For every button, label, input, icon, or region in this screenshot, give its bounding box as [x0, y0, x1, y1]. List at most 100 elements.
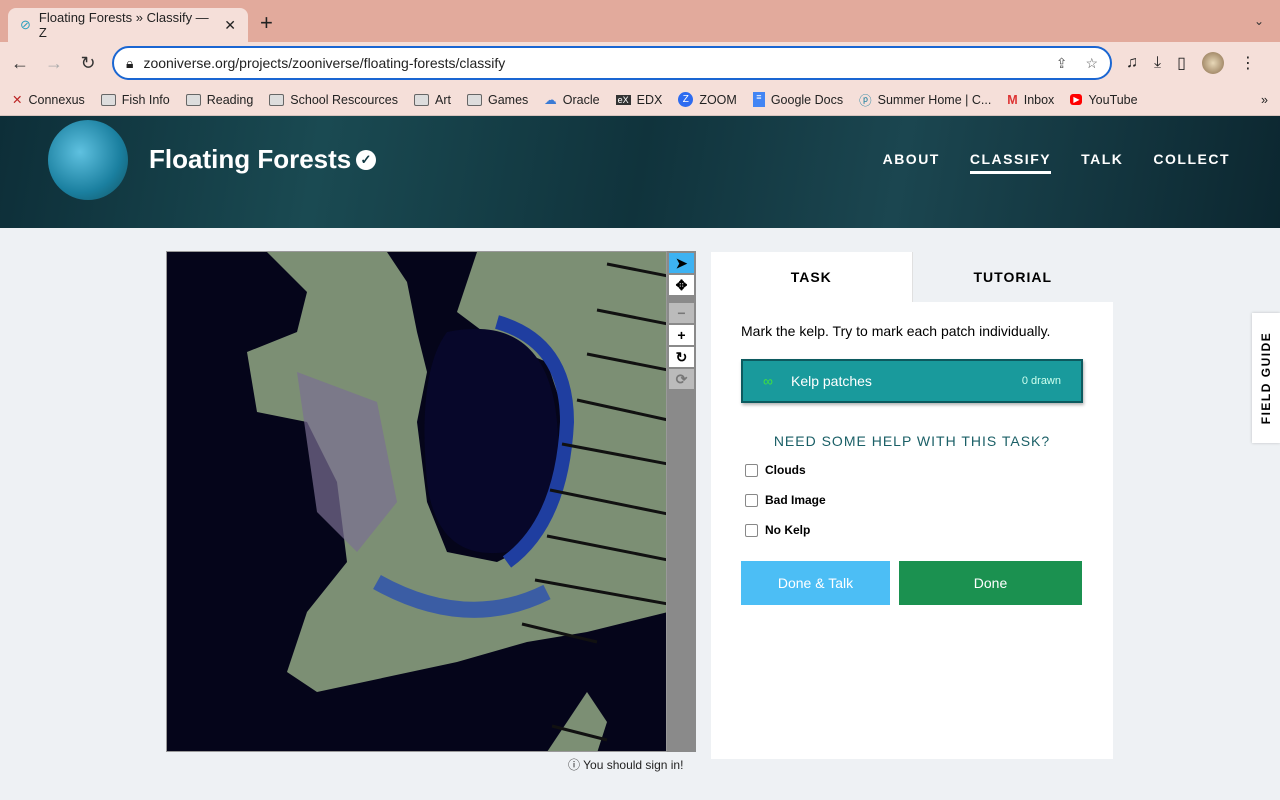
project-logo[interactable]: [48, 120, 128, 200]
bookmark[interactable]: ▶ YouTube: [1070, 93, 1138, 107]
zoom-in-icon[interactable]: +: [669, 325, 694, 345]
field-guide-label: FIELD GUIDE: [1259, 331, 1273, 425]
rotate-icon[interactable]: ↻: [669, 347, 694, 367]
bookmark[interactable]: Fish Info: [100, 93, 170, 107]
tab-tutorial[interactable]: TUTORIAL: [911, 252, 1113, 302]
satellite-image: [247, 252, 666, 751]
bookmark-label: Connexus: [28, 92, 85, 107]
youtube-icon: ▶: [1070, 94, 1083, 105]
reload-icon[interactable]: ↻: [78, 53, 98, 74]
url-text: zooniverse.org/projects/zooniverse/float…: [143, 55, 506, 71]
bookmark[interactable]: Reading: [185, 92, 254, 107]
browser-tab[interactable]: ⊘ Floating Forests » Classify — Z ✕: [8, 8, 248, 42]
kelp-patches-tool[interactable]: ∞ Kelp patches 0 drawn: [741, 359, 1083, 403]
media-icon[interactable]: ♫: [1126, 54, 1138, 72]
connexus-icon: ✕: [12, 93, 23, 107]
bookmark[interactable]: School Rescources: [269, 93, 398, 107]
pointer-tool-icon[interactable]: ➤: [669, 253, 694, 273]
more-bookmarks-icon[interactable]: »: [1261, 93, 1268, 107]
checkbox-label: Clouds: [765, 463, 806, 477]
bookmark[interactable]: ☁ Oracle: [544, 92, 600, 108]
bookmark[interactable]: ✕ Connexus: [12, 92, 85, 108]
browser-toolbar: ← → ↻ 🔒︎ zooniverse.org/projects/zooniver…: [0, 42, 1280, 84]
bookmark[interactable]: Games: [466, 92, 529, 107]
bookmark-label: Google Docs: [770, 92, 844, 107]
sidepanel-icon[interactable]: ▯: [1177, 53, 1186, 73]
bookmark-label: Art: [435, 92, 451, 107]
checkbox[interactable]: [745, 463, 758, 477]
folder-icon: [269, 93, 285, 106]
close-tab-icon[interactable]: ✕: [224, 17, 236, 34]
reset-icon[interactable]: ⟳: [669, 369, 694, 389]
menu-icon[interactable]: ⋮: [1240, 53, 1256, 73]
folder-icon: [100, 93, 116, 106]
bookmark-label: ZOOM: [699, 92, 737, 107]
zoom-out-icon[interactable]: −: [669, 303, 694, 323]
tab-strip: ⊘ Floating Forests » Classify — Z ✕ + ⌄: [0, 0, 1280, 42]
lock-icon: 🔒︎: [126, 54, 134, 71]
forward-icon[interactable]: →: [44, 53, 64, 74]
signin-notice: ⓘ You should sign in!: [568, 756, 683, 773]
info-icon: ⓘ: [568, 758, 581, 772]
bookmark-label: Inbox: [1023, 92, 1055, 107]
project-header: Floating Forests ✓ ABOUT CLASSIFY TALK C…: [0, 116, 1280, 228]
bookmark-label: Reading: [206, 92, 254, 107]
subject-image[interactable]: [166, 251, 667, 752]
tab-task[interactable]: TASK: [711, 252, 912, 302]
compass-icon: ⊘: [20, 17, 31, 32]
bookmark[interactable]: ≡ Google Docs: [752, 92, 844, 107]
bookmark-label: School Rescources: [290, 92, 398, 107]
folder-icon: [185, 93, 201, 106]
signin-text: You should sign in!: [583, 758, 684, 772]
tool-count: 0 drawn: [1021, 375, 1061, 387]
avatar[interactable]: [1201, 52, 1224, 74]
done-talk-button[interactable]: Done & Talk: [741, 561, 890, 605]
nav-collect[interactable]: COLLECT: [1153, 151, 1230, 174]
checkbox-label: No Kelp: [765, 523, 811, 537]
download-icon[interactable]: ⤓: [1154, 54, 1161, 72]
nav-talk[interactable]: TALK: [1081, 151, 1123, 174]
bookmark[interactable]: eX EDX: [615, 92, 663, 107]
move-tool-icon[interactable]: ✥: [669, 275, 694, 295]
new-tab-button[interactable]: +: [260, 10, 273, 36]
back-icon[interactable]: ←: [10, 53, 30, 74]
share-icon[interactable]: ⇪: [1056, 55, 1068, 72]
project-title[interactable]: Floating Forests: [149, 144, 351, 175]
gmail-icon: M: [1007, 92, 1018, 107]
bookmark-label: EDX: [636, 92, 663, 107]
checkbox-clouds[interactable]: Clouds: [745, 461, 1113, 479]
checkbox-label: Bad Image: [765, 493, 826, 507]
bookmark[interactable]: Z ZOOM: [678, 92, 737, 107]
cloud-icon: ☁: [544, 93, 557, 107]
address-bar[interactable]: 🔒︎ zooniverse.org/projects/zooniverse/flo…: [112, 46, 1112, 80]
nav-about[interactable]: ABOUT: [883, 151, 940, 174]
checkbox-no-kelp[interactable]: No Kelp: [745, 521, 1113, 539]
tool-label: Kelp patches: [790, 373, 872, 389]
nav-classify[interactable]: CLASSIFY: [969, 151, 1052, 174]
checkbox[interactable]: [745, 493, 758, 507]
done-button[interactable]: Done: [899, 561, 1082, 605]
task-instruction: Mark the kelp. Try to mark each patch in…: [741, 323, 1051, 339]
task-panel: TASK TUTORIAL Mark the kelp. Try to mark…: [711, 252, 1113, 759]
checkbox[interactable]: [745, 523, 758, 537]
field-guide-tab[interactable]: FIELD GUIDE: [1252, 313, 1280, 443]
bookmark[interactable]: Art: [414, 93, 451, 107]
bookmark[interactable]: ⓟ Summer Home | C...: [859, 90, 991, 109]
folder-icon: [414, 93, 429, 106]
checkbox-bad-image[interactable]: Bad Image: [745, 491, 1113, 509]
help-link[interactable]: NEED SOME HELP WITH THIS TASK?: [711, 433, 1113, 449]
edx-icon: eX: [615, 94, 631, 105]
bookmark[interactable]: M Inbox: [1007, 93, 1054, 107]
bookmark-label: Oracle: [562, 92, 600, 107]
bookmark-label: Summer Home | C...: [877, 92, 992, 107]
tab-title: Floating Forests » Classify — Z: [38, 10, 209, 40]
viewer-toolbar: ➤ ✥ − + ↻ ⟳: [667, 251, 696, 752]
zoom-icon: Z: [678, 92, 694, 107]
verified-icon: ✓: [356, 150, 376, 170]
bookmark-label: Games: [487, 92, 529, 107]
kelp-icon: ∞: [763, 373, 773, 389]
bookmarks-bar: ✕ Connexus Fish Info Reading School Resco…: [0, 84, 1280, 116]
tab-search-icon[interactable]: ⌄: [1254, 14, 1264, 28]
docs-icon: ≡: [752, 92, 765, 107]
star-icon[interactable]: ☆: [1085, 55, 1098, 72]
